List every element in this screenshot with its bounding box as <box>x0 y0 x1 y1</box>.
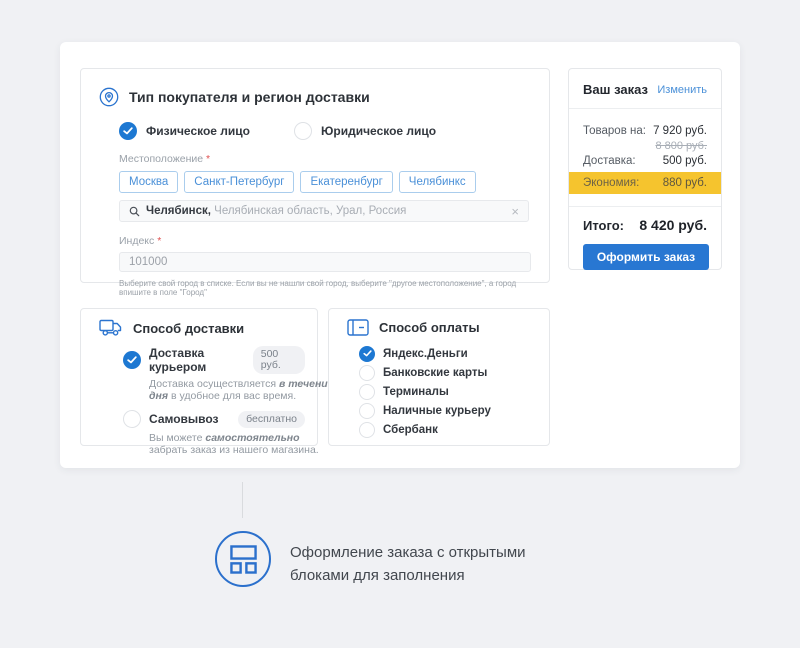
required-asterisk: * <box>157 235 161 247</box>
check-icon <box>127 356 137 364</box>
option-label: Банковские карты <box>383 367 487 379</box>
search-value-rest: Челябинская область, Урал, Россия <box>211 205 406 217</box>
summary-total-row: Итого: 8 420 руб. <box>569 207 721 233</box>
row-value: 500 руб. <box>663 155 707 168</box>
index-label: Индекс * <box>119 235 549 247</box>
summary-row-items: Товаров на: 7 920 руб. <box>569 125 721 138</box>
radio-unchecked-icon[interactable] <box>359 384 375 400</box>
order-title: Ваш заказ <box>583 82 648 97</box>
price-badge: бесплатно <box>238 411 305 428</box>
row-label: Экономия: <box>583 177 639 189</box>
order-summary: Ваш заказ Изменить Товаров на: 7 920 руб… <box>568 68 722 270</box>
section-title: Способ оплаты <box>379 320 480 335</box>
radio-unchecked-icon[interactable] <box>359 365 375 381</box>
city-chips: Москва Санкт-Петербург Екатеренбург Челя… <box>119 171 549 193</box>
checkout-card: Тип покупателя и регион доставки Физичес… <box>60 42 740 468</box>
connector-line <box>242 482 243 518</box>
buyer-region-header: Тип покупателя и регион доставки <box>99 87 549 107</box>
order-summary-header: Ваш заказ Изменить <box>569 69 721 108</box>
option-label: Самовывоз <box>149 412 219 426</box>
total-value: 8 420 руб. <box>639 217 707 233</box>
location-pin-icon <box>99 87 119 107</box>
radio-unchecked-icon[interactable] <box>359 422 375 438</box>
caption-line-2: блоками для заполнения <box>290 564 526 587</box>
required-asterisk: * <box>206 153 210 165</box>
delivery-header: Способ доставки <box>99 319 317 337</box>
city-search-input[interactable]: Челябинск, Челябинская область, Урал, Ро… <box>119 200 529 222</box>
payment-option-yandex[interactable]: Яндекс.Деньги <box>359 346 549 361</box>
payment-header: Способ оплаты <box>347 319 549 336</box>
city-chip-chel[interactable]: Челябинкс <box>399 171 476 193</box>
radio-individual[interactable]: Физическое лицо <box>119 122 250 140</box>
location-label-text: Местоположение <box>119 153 203 165</box>
desc-text: в удобное для вас время. <box>168 390 296 402</box>
desc-text: Доставка осуществляется <box>149 378 279 390</box>
savings-highlight: Экономия: 880 руб. <box>569 172 721 194</box>
option-label: Наличные курьеру <box>383 405 491 417</box>
row-value: 7 920 руб. <box>653 125 707 138</box>
radio-label: Юридическое лицо <box>321 124 436 138</box>
helper-text: Выберите свой город в списке. Если вы не… <box>119 279 529 297</box>
index-field[interactable] <box>119 252 531 272</box>
option-label: Доставка курьером <box>149 346 253 374</box>
payment-options: Яндекс.Деньги Банковские карты Терминалы… <box>359 346 549 437</box>
row-label: Доставка: <box>583 155 636 168</box>
city-chip-ekb[interactable]: Екатеренбург <box>300 171 392 193</box>
edit-link[interactable]: Изменить <box>657 84 707 96</box>
row-value: 880 руб. <box>663 177 707 189</box>
city-chip-spb[interactable]: Санкт-Петербург <box>184 171 294 193</box>
caption-line-1: Оформление заказа с открытыми <box>290 541 526 564</box>
annotation-caption: Оформление заказа с открытыми блоками дл… <box>290 541 526 587</box>
section-title: Тип покупателя и регион доставки <box>129 89 370 105</box>
radio-checked-icon[interactable] <box>123 351 141 369</box>
payment-option-cards[interactable]: Банковские карты <box>359 365 549 380</box>
row-label: Товаров на: <box>583 125 646 138</box>
radio-unchecked-icon[interactable] <box>294 122 312 140</box>
wallet-icon <box>347 319 369 336</box>
radio-checked-icon[interactable] <box>359 346 375 362</box>
delivery-option-courier[interactable]: Доставка курьером 500 руб. <box>123 346 305 374</box>
option-label: Яндекс.Деньги <box>383 348 468 360</box>
total-label: Итого: <box>583 218 624 233</box>
search-value-city: Челябинск, <box>146 205 211 217</box>
blocks-circle-icon <box>215 531 271 587</box>
search-icon <box>129 206 140 217</box>
buyer-type-radios: Физическое лицо Юридическое лицо <box>119 122 549 140</box>
check-icon <box>363 350 372 357</box>
desc-emphasis: самостоятельно <box>205 432 299 444</box>
payment-method-section: Способ оплаты Яндекс.Деньги Банковские к… <box>328 308 550 446</box>
clear-icon[interactable]: × <box>511 205 519 218</box>
payment-option-cash[interactable]: Наличные курьеру <box>359 403 549 418</box>
desc-text: Вы можете <box>149 432 205 444</box>
payment-option-terminals[interactable]: Терминалы <box>359 384 549 399</box>
option-description: Доставка осуществляется в течение дня в … <box>149 378 334 402</box>
section-title: Способ доставки <box>133 321 244 336</box>
option-description: Вы можете самостоятельно забрать заказ и… <box>149 432 334 456</box>
buyer-region-section: Тип покупателя и регион доставки Физичес… <box>80 68 550 283</box>
radio-unchecked-icon[interactable] <box>359 403 375 419</box>
desc-text: забрать заказ из нашего магазина. <box>149 444 319 456</box>
delivery-option-pickup[interactable]: Самовывоз бесплатно <box>123 410 305 428</box>
option-label: Терминалы <box>383 386 449 398</box>
radio-company[interactable]: Юридическое лицо <box>294 122 436 140</box>
summary-row-delivery: Доставка: 500 руб. <box>569 155 721 168</box>
radio-checked-icon[interactable] <box>119 122 137 140</box>
submit-order-button[interactable]: Оформить заказ <box>583 244 709 270</box>
price-badge: 500 руб. <box>253 346 305 374</box>
old-price: 8 800 руб. <box>569 140 721 152</box>
payment-option-sberbank[interactable]: Сбербанк <box>359 422 549 437</box>
location-label: Местоположение * <box>119 153 549 165</box>
option-label: Сбербанк <box>383 424 438 436</box>
check-icon <box>123 127 133 135</box>
divider <box>569 108 721 109</box>
truck-icon <box>99 319 123 337</box>
index-label-text: Индекс <box>119 235 154 247</box>
city-chip-moscow[interactable]: Москва <box>119 171 178 193</box>
layout-blocks-icon <box>230 545 257 574</box>
delivery-method-section: Способ доставки Доставка курьером 500 ру… <box>80 308 318 446</box>
radio-unchecked-icon[interactable] <box>123 410 141 428</box>
radio-label: Физическое лицо <box>146 124 250 138</box>
